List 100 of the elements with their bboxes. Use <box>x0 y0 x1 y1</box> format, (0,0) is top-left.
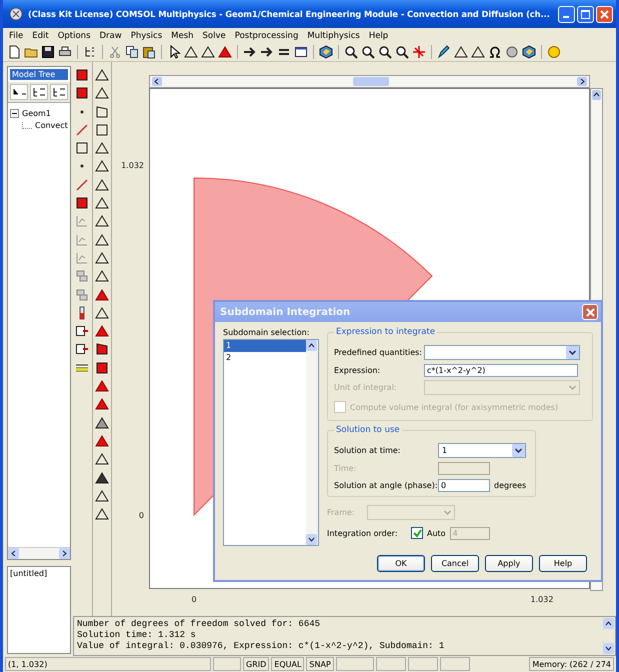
triangle-icon[interactable] <box>94 288 109 302</box>
cube-icon[interactable] <box>522 45 536 59</box>
scroll-right-icon[interactable] <box>59 548 70 559</box>
triangle-icon[interactable] <box>94 379 109 394</box>
triangle-icon[interactable] <box>94 214 109 228</box>
angle-field[interactable]: 0 <box>438 478 490 492</box>
omega-icon[interactable] <box>488 45 502 59</box>
circle-icon[interactable] <box>505 45 519 59</box>
square-icon[interactable] <box>94 360 109 375</box>
menu-item[interactable]: Edit <box>32 30 49 40</box>
checkbox[interactable] <box>411 527 423 539</box>
triangle-icon[interactable] <box>94 250 109 265</box>
triangle-icon[interactable] <box>94 397 109 412</box>
menu-item[interactable]: Options <box>58 30 90 40</box>
window-icon[interactable] <box>294 45 308 59</box>
project-item[interactable]: [untitled] <box>10 569 68 578</box>
solution-time-dropdown[interactable]: 1 <box>438 443 526 458</box>
vertical-scrollbar[interactable] <box>306 340 318 545</box>
triangle-icon[interactable] <box>94 488 109 503</box>
triangle-icon[interactable] <box>94 306 109 320</box>
status-toggle[interactable]: GRID <box>243 657 270 671</box>
triangle-icon[interactable] <box>94 159 109 174</box>
menu-item[interactable]: Draw <box>100 30 122 40</box>
triangle-icon[interactable] <box>94 416 109 430</box>
collapse-icon[interactable] <box>10 108 19 118</box>
stack-icon[interactable] <box>75 288 90 302</box>
status-toggle[interactable]: EQUAL <box>271 657 304 671</box>
menu-item[interactable]: Mesh <box>171 30 194 40</box>
triangle-icon[interactable] <box>94 178 109 192</box>
triangle-icon[interactable] <box>94 86 109 100</box>
stack-icon[interactable] <box>75 269 90 284</box>
close-button[interactable] <box>582 304 598 320</box>
tree-item[interactable]: Geom1 <box>22 108 51 118</box>
scroll-left-icon[interactable] <box>8 548 19 559</box>
pencil-icon[interactable] <box>437 45 451 59</box>
tree-view-icon[interactable] <box>50 84 68 100</box>
square-icon[interactable] <box>75 86 90 100</box>
line-icon[interactable] <box>75 122 90 137</box>
expression-field[interactable]: c*(1-x^2-y^2) <box>424 364 578 376</box>
document-icon[interactable] <box>7 45 21 59</box>
square-icon[interactable] <box>75 196 90 210</box>
arrow-box-icon[interactable] <box>75 324 90 338</box>
triangle-icon[interactable] <box>94 470 109 485</box>
zoom-in-icon[interactable] <box>344 45 358 59</box>
triangle-icon[interactable] <box>94 452 109 466</box>
tree-view-icon[interactable] <box>30 84 48 100</box>
cube-icon[interactable] <box>319 45 333 59</box>
triangle-icon[interactable] <box>94 141 109 156</box>
triangle-icon[interactable] <box>94 196 109 210</box>
square-icon[interactable] <box>75 141 90 156</box>
triangle-icon[interactable] <box>201 45 215 59</box>
menu-item[interactable]: Help <box>368 30 388 40</box>
zoom-box-icon[interactable] <box>378 45 392 59</box>
menu-item[interactable]: Physics <box>130 30 162 40</box>
triangle-icon[interactable] <box>184 45 198 59</box>
tree-icon[interactable] <box>83 45 97 59</box>
dialog-button[interactable]: Apply <box>485 555 533 572</box>
scroll-down-icon[interactable] <box>603 643 614 654</box>
paste-icon[interactable] <box>142 45 156 59</box>
dialog-button[interactable]: Help <box>539 555 587 572</box>
dialog-button[interactable]: OK <box>377 555 425 572</box>
minimize-button[interactable] <box>558 6 575 22</box>
scroll-up-icon[interactable] <box>306 340 317 351</box>
help-icon[interactable] <box>547 45 561 59</box>
model-tree-tab[interactable]: Model Tree <box>10 69 68 80</box>
square-icon[interactable] <box>94 122 109 137</box>
triangle-icon[interactable] <box>454 45 468 59</box>
arrow-icon[interactable] <box>243 45 257 59</box>
scroll-down-icon[interactable] <box>306 534 317 545</box>
triangle-icon[interactable] <box>94 269 109 284</box>
horizontal-scrollbar[interactable] <box>149 75 590 88</box>
vertical-scrollbar[interactable] <box>603 617 615 655</box>
zoom-in-icon[interactable] <box>395 45 409 59</box>
subdomain-item[interactable]: 1 <box>224 340 306 352</box>
square-icon[interactable] <box>75 68 90 82</box>
triangle-icon[interactable] <box>94 232 109 247</box>
triangle-icon[interactable] <box>94 324 109 338</box>
scroll-up-icon[interactable] <box>603 618 614 629</box>
triangle-icon[interactable] <box>471 45 485 59</box>
menu-item[interactable]: Multiphysics <box>307 30 360 40</box>
trapezoid-icon[interactable] <box>94 342 109 356</box>
zoom-out-icon[interactable] <box>361 45 375 59</box>
triangle-icon[interactable] <box>94 507 109 522</box>
close-button[interactable] <box>596 6 613 22</box>
arrow-icon[interactable] <box>260 45 274 59</box>
tree-view-icon[interactable] <box>10 84 28 100</box>
maximize-button[interactable] <box>577 6 594 22</box>
copy-icon[interactable] <box>125 45 139 59</box>
dialog-button[interactable]: Cancel <box>431 555 479 572</box>
subdomain-item[interactable]: 2 <box>224 352 306 364</box>
printer-icon[interactable] <box>58 45 72 59</box>
menu-item[interactable]: Solve <box>202 30 226 40</box>
triangle-icon[interactable] <box>218 45 232 59</box>
status-toggle[interactable]: SNAP <box>306 657 334 671</box>
trapezoid-icon[interactable] <box>94 104 109 119</box>
menu-item[interactable]: File <box>9 30 24 40</box>
tree-item[interactable]: Convect <box>35 120 68 130</box>
triangle-icon[interactable] <box>94 434 109 448</box>
triangle-icon[interactable] <box>94 68 109 82</box>
menu-item[interactable]: Postprocessing <box>234 30 298 40</box>
